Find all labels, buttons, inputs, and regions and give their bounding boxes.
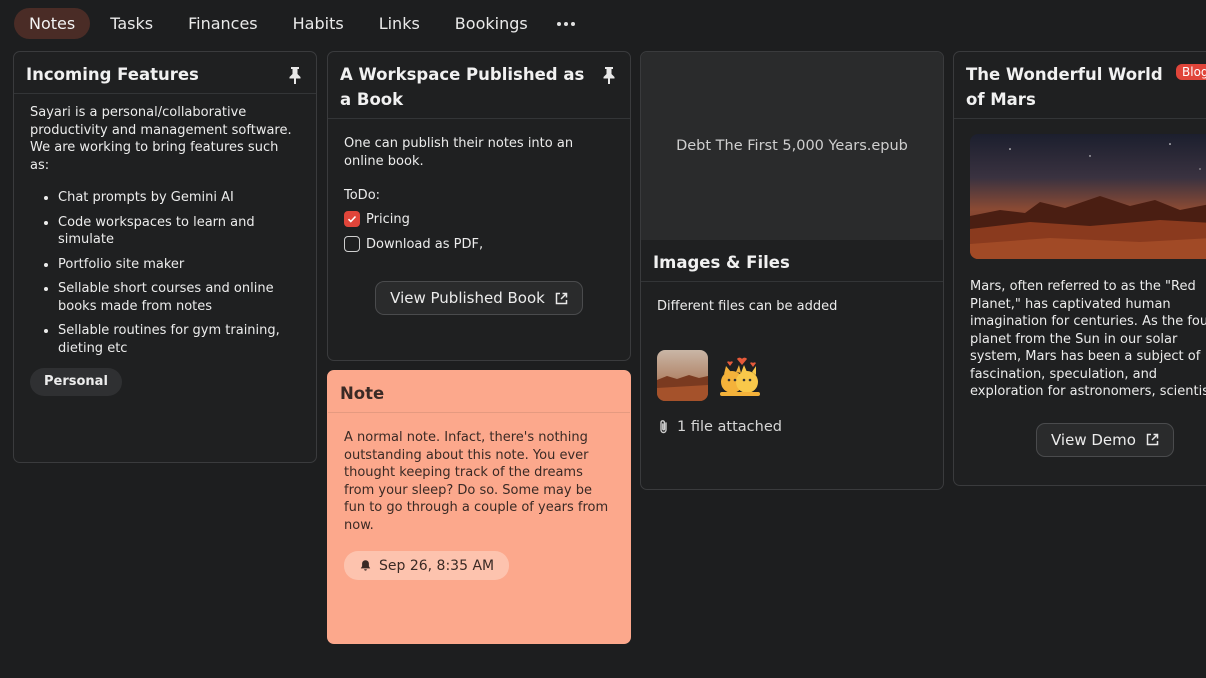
feature-list: Chat prompts by Gemini AI Code workspace… [30,189,300,357]
note-card-workspace-book[interactable]: A Workspace Published as a Book One can … [327,51,631,361]
external-link-icon [1146,433,1159,446]
label-tag[interactable]: Personal [30,368,122,396]
card-header: Incoming Features [14,52,316,94]
note-card-images-files[interactable]: Debt The First 5,000 Years.epub Images &… [640,51,944,490]
tab-habits[interactable]: Habits [278,8,359,39]
attachment-count[interactable]: 1 file attached [657,419,927,435]
tab-finances[interactable]: Finances [173,8,273,39]
bell-icon [360,560,371,571]
top-nav: Notes Tasks Finances Habits Links Bookin… [14,8,580,39]
card-body-text: Different files can be added [657,299,838,314]
reminder-text: Sep 26, 8:35 AM [379,557,495,574]
button-label: View Published Book [390,289,545,307]
list-item: Sellable short courses and online books … [58,280,300,315]
todo-label-text: Pricing [366,211,410,227]
card-title: Images & Files [653,253,790,272]
view-demo-button[interactable]: View Demo [1036,422,1174,457]
card-title: The Wonderful World of Mars [966,65,1163,109]
mars-landscape-image[interactable] [970,134,1206,259]
more-horizontal-icon[interactable] [552,8,580,39]
card-body-text: A normal note. Infact, there's nothing o… [344,430,609,533]
tab-bookings[interactable]: Bookings [440,8,543,39]
view-published-book-button[interactable]: View Published Book [375,281,583,315]
list-item: Code workspaces to learn and simulate [58,214,300,249]
mars-thumbnail[interactable] [657,349,708,401]
external-link-icon [555,292,568,304]
card-header: Note [328,371,630,413]
blog-badge: Blog [1176,64,1206,80]
card-body-text: Mars, often referred to as the "Red Plan… [970,279,1206,399]
checkbox-checked-icon[interactable] [344,211,360,227]
note-card-note[interactable]: Note A normal note. Infact, there's noth… [327,370,631,644]
button-label: View Demo [1051,430,1136,449]
card-header: The Wonderful World of Mars Blog [954,52,1206,119]
tab-tasks[interactable]: Tasks [95,8,168,39]
pin-icon[interactable] [288,66,302,84]
list-item: Portfolio site maker [58,256,300,274]
cat-sticker-thumbnail[interactable] [714,350,765,401]
card-title: Note [340,384,385,403]
todo-label-text: Download as PDF, [366,236,484,252]
todo-item[interactable]: Download as PDF, [344,235,614,253]
list-item: Sellable routines for gym training, diet… [58,322,300,357]
tab-links[interactable]: Links [364,8,435,39]
file-name: Debt The First 5,000 Years.epub [676,138,908,154]
todo-label: ToDo: [344,188,381,203]
thumbnail-list [657,349,927,401]
tab-notes[interactable]: Notes [14,8,91,39]
card-header: Images & Files [641,240,943,282]
todo-item[interactable]: Pricing [344,210,614,228]
reminder-chip[interactable]: Sep 26, 8:35 AM [344,551,510,580]
file-preview[interactable]: Debt The First 5,000 Years.epub [641,52,943,240]
paperclip-icon [660,419,667,433]
pin-icon[interactable] [602,66,616,84]
list-item: Chat prompts by Gemini AI [58,189,300,207]
card-title: Incoming Features [26,65,199,84]
note-card-incoming-features[interactable]: Incoming Features Sayari is a personal/c… [13,51,317,463]
checkbox-unchecked-icon[interactable] [344,236,360,252]
note-card-mars-blog[interactable]: The Wonderful World of Mars Blog Mars, o… [953,51,1206,486]
card-title: A Workspace Published as a Book [340,65,585,109]
attachment-text: 1 file attached [677,418,782,435]
card-header: A Workspace Published as a Book [328,52,630,119]
card-body-text: Sayari is a personal/collaborative produ… [30,105,292,173]
card-body-text: One can publish their notes into an onli… [344,136,574,169]
